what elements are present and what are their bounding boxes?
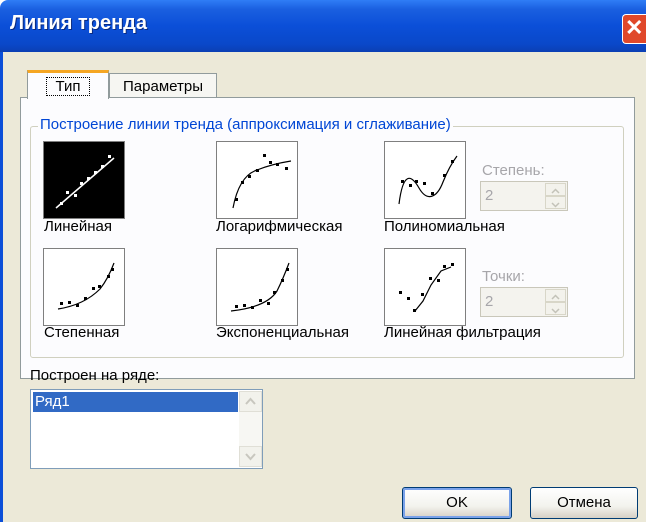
period-up-button[interactable] xyxy=(545,289,566,302)
group-title: Построение линии тренда (аппроксимация и… xyxy=(38,116,453,133)
power-trend-icon xyxy=(57,262,115,310)
trend-log-thumb[interactable] xyxy=(216,141,298,219)
moving-average-trend-icon xyxy=(399,263,454,312)
trend-exp-label[interactable]: Экспоненциальная xyxy=(216,324,349,341)
tab-type-label: Тип xyxy=(28,77,108,96)
degree-spinner[interactable]: 2 xyxy=(480,181,568,211)
trend-power-label[interactable]: Степенная xyxy=(44,324,119,341)
scroll-down-button[interactable] xyxy=(239,446,262,467)
exponential-trend-icon xyxy=(230,262,290,312)
trend-log-label[interactable]: Логарифмическая xyxy=(216,218,342,235)
series-item[interactable]: Ряд1 xyxy=(33,392,238,412)
degree-up-button[interactable] xyxy=(545,183,566,196)
trend-linear-thumb[interactable] xyxy=(43,141,125,219)
trend-poly-label[interactable]: Полиномиальная xyxy=(384,218,505,235)
trendline-dialog: Линия тренда ✕ Тип Параметры Построение … xyxy=(0,0,646,522)
chevron-up-icon xyxy=(245,397,256,405)
trend-power-thumb[interactable] xyxy=(43,248,125,326)
trend-poly-thumb[interactable] xyxy=(384,141,466,219)
title-bar[interactable]: Линия тренда ✕ xyxy=(0,0,646,52)
ok-button[interactable]: OK xyxy=(402,487,512,519)
tab-type[interactable]: Тип xyxy=(27,70,109,99)
scroll-up-button[interactable] xyxy=(239,391,262,412)
window-title: Линия тренда xyxy=(10,12,147,34)
logarithmic-trend-icon xyxy=(232,154,292,209)
trend-moving-avg-thumb[interactable] xyxy=(384,248,466,326)
degree-value: 2 xyxy=(485,187,494,204)
tab-parameters-label: Параметры xyxy=(123,78,203,95)
series-listbox[interactable]: Ряд1 xyxy=(30,389,263,469)
close-button[interactable]: ✕ xyxy=(622,14,646,44)
chevron-down-icon xyxy=(551,308,560,314)
trend-moving-avg-label[interactable]: Линейная фильтрация xyxy=(384,324,541,341)
period-value: 2 xyxy=(485,293,494,310)
series-scrollbar[interactable] xyxy=(239,391,262,467)
degree-down-button[interactable] xyxy=(545,196,566,209)
cancel-button[interactable]: Отмена xyxy=(530,487,638,519)
trend-linear-label[interactable]: Линейная xyxy=(44,218,112,235)
trend-exp-thumb[interactable] xyxy=(216,248,298,326)
series-label: Построен на ряде: xyxy=(30,367,160,384)
tab-parameters[interactable]: Параметры xyxy=(109,73,217,97)
degree-label: Степень: xyxy=(482,162,545,179)
chevron-down-icon xyxy=(245,453,256,461)
period-spinner[interactable]: 2 xyxy=(480,287,568,317)
chevron-down-icon xyxy=(551,202,560,208)
polynomial-trend-icon xyxy=(398,155,458,205)
linear-trend-icon xyxy=(55,155,115,209)
period-down-button[interactable] xyxy=(545,302,566,315)
period-label: Точки: xyxy=(482,268,525,285)
close-icon: ✕ xyxy=(625,15,644,40)
